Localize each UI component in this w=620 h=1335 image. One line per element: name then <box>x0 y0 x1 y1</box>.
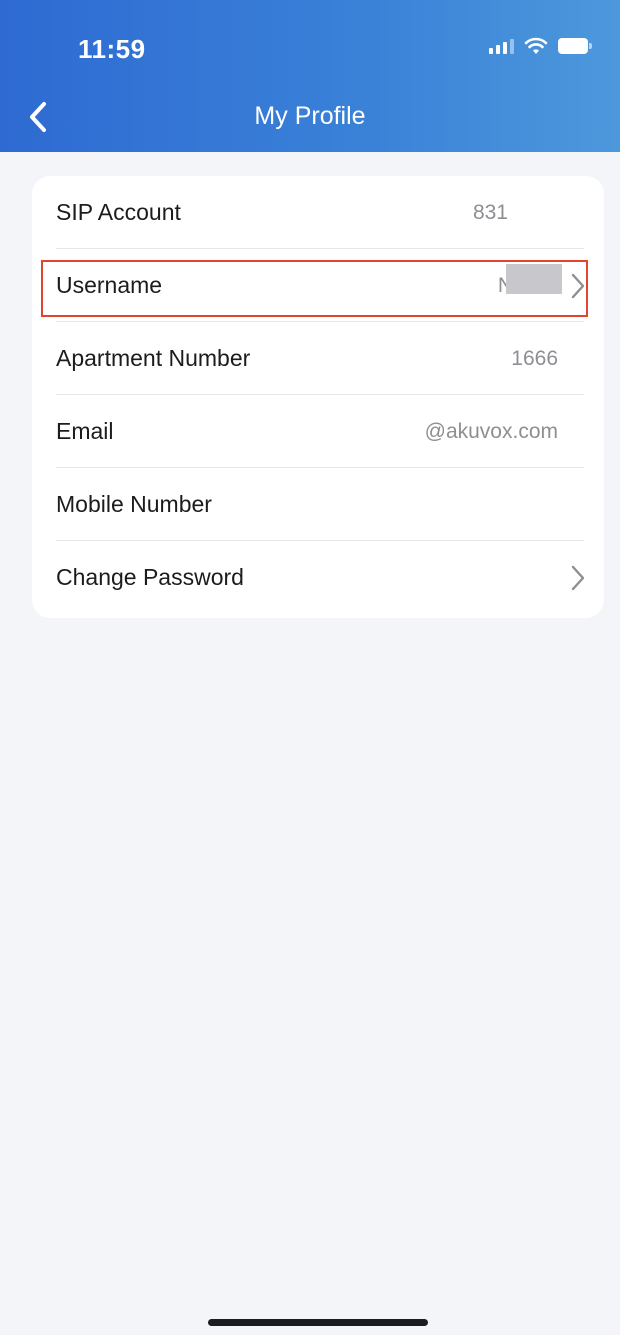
cellular-signal-icon <box>489 38 514 54</box>
header-bar: 11:59 My Profile <box>0 0 620 152</box>
page-title: My Profile <box>254 102 366 130</box>
row-value: 831 <box>472 200 508 224</box>
profile-card: SIP Account 831 Username NIC Apartment N… <box>32 176 604 618</box>
chevron-right-icon <box>571 565 585 591</box>
row-email: Email @akuvox.com <box>32 395 604 468</box>
row-sip-account: SIP Account 831 <box>32 176 604 249</box>
row-label: Email <box>56 418 114 444</box>
battery-icon <box>558 38 592 54</box>
row-label: Apartment Number <box>56 345 251 371</box>
row-change-password[interactable]: Change Password <box>32 541 604 614</box>
home-indicator <box>208 1319 428 1326</box>
row-label: Username <box>56 272 163 298</box>
chevron-right-icon <box>571 273 585 299</box>
wifi-icon <box>524 37 548 54</box>
redacted-block <box>506 264 562 294</box>
row-mobile-number[interactable]: Mobile Number <box>32 468 604 541</box>
status-icons <box>489 37 592 55</box>
row-value: 1666 <box>511 346 558 370</box>
row-label: Mobile Number <box>56 491 212 517</box>
status-time: 11:59 <box>78 34 146 64</box>
row-label: Change Password <box>56 564 244 590</box>
row-apartment-number: Apartment Number 1666 <box>32 322 604 395</box>
row-label: SIP Account <box>56 199 181 225</box>
row-value: @akuvox.com <box>424 419 558 443</box>
